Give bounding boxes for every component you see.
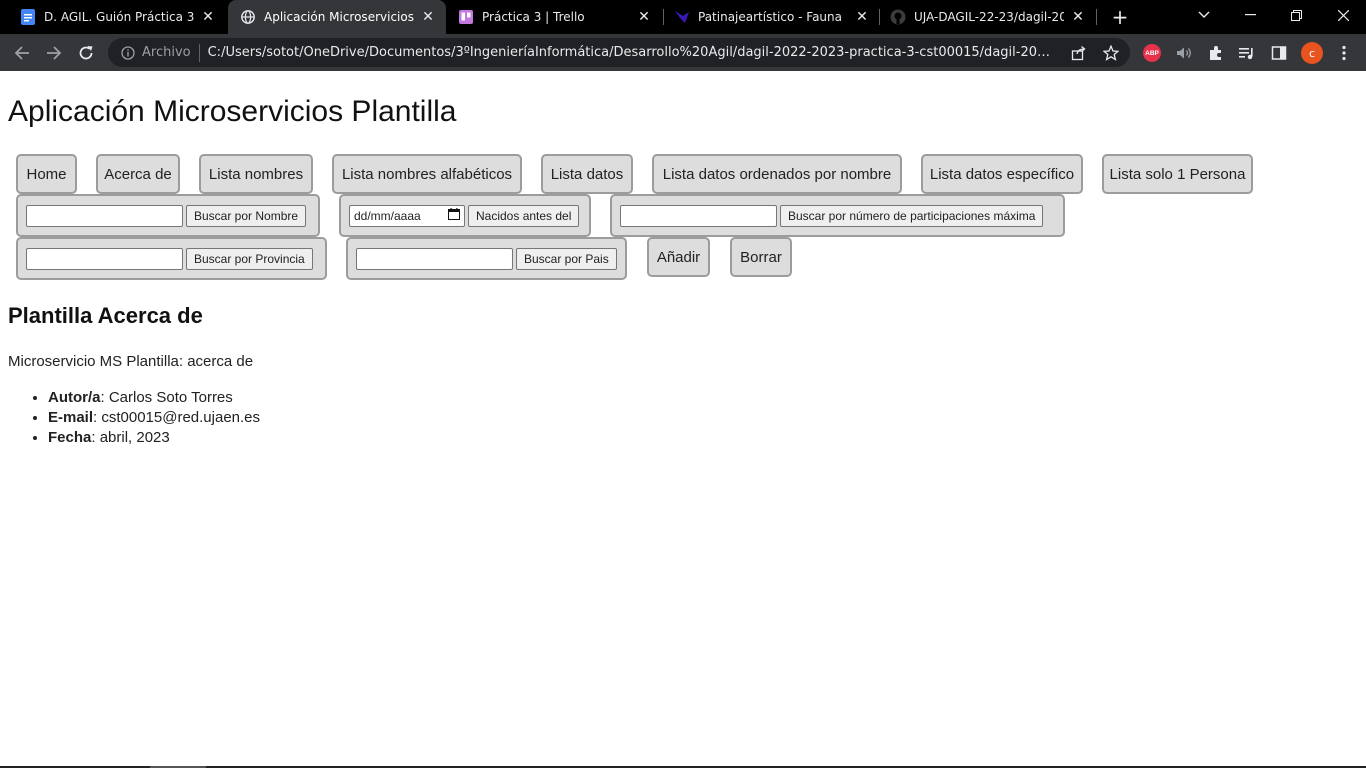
scheme-label: Archivo <box>142 45 191 60</box>
buscar-participaciones-button[interactable]: Buscar por número de participaciones máx… <box>780 204 1044 227</box>
lista-datos-button[interactable]: Lista datos <box>541 154 633 194</box>
buscar-provincia-form: Buscar por Provincia <box>16 237 327 280</box>
side-panel-icon[interactable] <box>1269 43 1289 63</box>
buscar-provincia-button[interactable]: Buscar por Provincia <box>186 247 313 270</box>
forward-icon[interactable] <box>40 39 68 67</box>
nacidos-antes-form: dd/mm/aaaa Nacidos antes del <box>339 194 591 237</box>
tab-trello[interactable]: Práctica 3 | Trello ✕ <box>448 0 662 34</box>
nacidos-antes-button[interactable]: Nacidos antes del <box>468 204 580 227</box>
lista-nombres-alfabeticos-button[interactable]: Lista nombres alfabéticos <box>332 154 522 194</box>
item-label: Fecha <box>48 429 92 446</box>
tab-separator <box>1096 9 1097 25</box>
tab-title: Práctica 3 | Trello <box>482 10 585 24</box>
fecha-input[interactable]: dd/mm/aaaa <box>349 204 465 227</box>
buscar-participaciones-form: Buscar por número de participaciones máx… <box>610 194 1065 237</box>
omnibox-separator <box>198 43 200 62</box>
buscar-nombre-form: Buscar por Nombre <box>16 194 320 237</box>
lista-datos-ordenados-button[interactable]: Lista datos ordenados por nombre <box>652 154 902 194</box>
menu-icon[interactable] <box>1334 43 1354 63</box>
buscar-pais-form: Buscar por Pais <box>346 237 627 280</box>
reload-icon[interactable] <box>72 39 100 67</box>
item-value: : Carlos Soto Torres <box>100 389 233 406</box>
lista-datos-especifico-button[interactable]: Lista datos específico <box>921 154 1083 194</box>
extensions-icon[interactable] <box>1206 43 1226 63</box>
acerca-de-button[interactable]: Acerca de <box>96 154 180 194</box>
media-control-icon[interactable] <box>1237 43 1257 63</box>
item-label: Autor/a <box>48 389 101 406</box>
borrar-button[interactable]: Borrar <box>730 237 792 277</box>
close-icon[interactable]: ✕ <box>1070 9 1086 25</box>
url-text[interactable]: C:/Users/sotot/OneDrive/Documentos/3ºIng… <box>208 45 1058 60</box>
trello-icon <box>458 9 474 25</box>
nombre-input[interactable] <box>26 204 183 227</box>
lista-solo-1-persona-button[interactable]: Lista solo 1 Persona <box>1102 154 1253 194</box>
close-icon[interactable]: ✕ <box>854 9 870 25</box>
section-title: Plantilla Acerca de <box>8 303 203 328</box>
tab-strip: D. AGIL. Guión Práctica 3. 22/23 ✕ Aplic… <box>0 0 1366 34</box>
back-icon[interactable] <box>8 39 36 67</box>
participaciones-input[interactable] <box>620 204 777 227</box>
minimize-icon[interactable] <box>1227 0 1273 30</box>
close-icon[interactable]: ✕ <box>420 9 436 25</box>
globe-icon <box>240 9 256 25</box>
anadir-button[interactable]: Añadir <box>647 237 710 277</box>
sound-icon[interactable] <box>1174 43 1194 63</box>
list-item: Autor/a: Carlos Soto Torres <box>48 388 260 408</box>
info-list: Autor/a: Carlos Soto Torres E-mail: cst0… <box>48 388 260 448</box>
tab-guion[interactable]: D. AGIL. Guión Práctica 3. 22/23 ✕ <box>0 0 226 34</box>
date-placeholder: dd/mm/aaaa <box>354 208 421 223</box>
item-value: : abril, 2023 <box>91 429 170 446</box>
share-icon[interactable] <box>1070 44 1088 62</box>
docs-icon <box>20 9 36 25</box>
buscar-nombre-button[interactable]: Buscar por Nombre <box>186 204 307 227</box>
list-item: Fecha: abril, 2023 <box>48 428 260 448</box>
address-bar[interactable]: Archivo C:/Users/sotot/OneDrive/Document… <box>108 38 1130 67</box>
github-icon <box>890 9 906 25</box>
fauna-icon <box>674 9 690 25</box>
section-intro: Microservicio MS Plantilla: acerca de <box>8 353 254 370</box>
lista-nombres-button[interactable]: Lista nombres <box>199 154 313 194</box>
tab-title: Patinajeartístico - Fauna <box>698 10 842 24</box>
tab-title: D. AGIL. Guión Práctica 3. 22/23 <box>44 10 194 24</box>
item-label: E-mail <box>48 409 94 426</box>
tab-github[interactable]: UJA-DAGIL-22-23/dagil-2022-2023 ✕ <box>880 0 1096 34</box>
close-icon[interactable]: ✕ <box>636 9 652 25</box>
buscar-pais-button[interactable]: Buscar por Pais <box>516 247 617 270</box>
browser-toolbar: Archivo C:/Users/sotot/OneDrive/Document… <box>0 34 1366 71</box>
provincia-input[interactable] <box>26 247 183 270</box>
home-button[interactable]: Home <box>16 154 77 194</box>
new-tab-button[interactable]: + <box>1108 5 1132 29</box>
restore-icon[interactable] <box>1273 0 1319 30</box>
info-icon[interactable] <box>120 45 136 61</box>
page-title: Aplicación Microservicios Plantilla <box>8 95 457 128</box>
page-content: Aplicación Microservicios Plantilla Home… <box>0 71 1366 768</box>
star-icon[interactable] <box>1102 44 1120 62</box>
tab-title: Aplicación Microservicios Plantilla <box>264 10 414 24</box>
item-value: : cst00015@red.ujaen.es <box>93 409 261 426</box>
list-item: E-mail: cst00015@red.ujaen.es <box>48 408 260 428</box>
tab-aplicacion[interactable]: Aplicación Microservicios Plantilla ✕ <box>228 0 446 34</box>
profile-avatar[interactable]: c <box>1300 41 1324 65</box>
adblock-icon[interactable]: ABP <box>1142 43 1162 63</box>
tab-fauna[interactable]: Patinajeartístico - Fauna ✕ <box>664 0 880 34</box>
pais-input[interactable] <box>356 247 513 270</box>
calendar-icon[interactable] <box>448 208 460 223</box>
close-icon[interactable]: ✕ <box>200 9 216 25</box>
tab-search-icon[interactable] <box>1181 0 1227 30</box>
close-window-icon[interactable] <box>1320 0 1366 30</box>
tab-title: UJA-DAGIL-22-23/dagil-2022-2023 <box>914 10 1064 24</box>
